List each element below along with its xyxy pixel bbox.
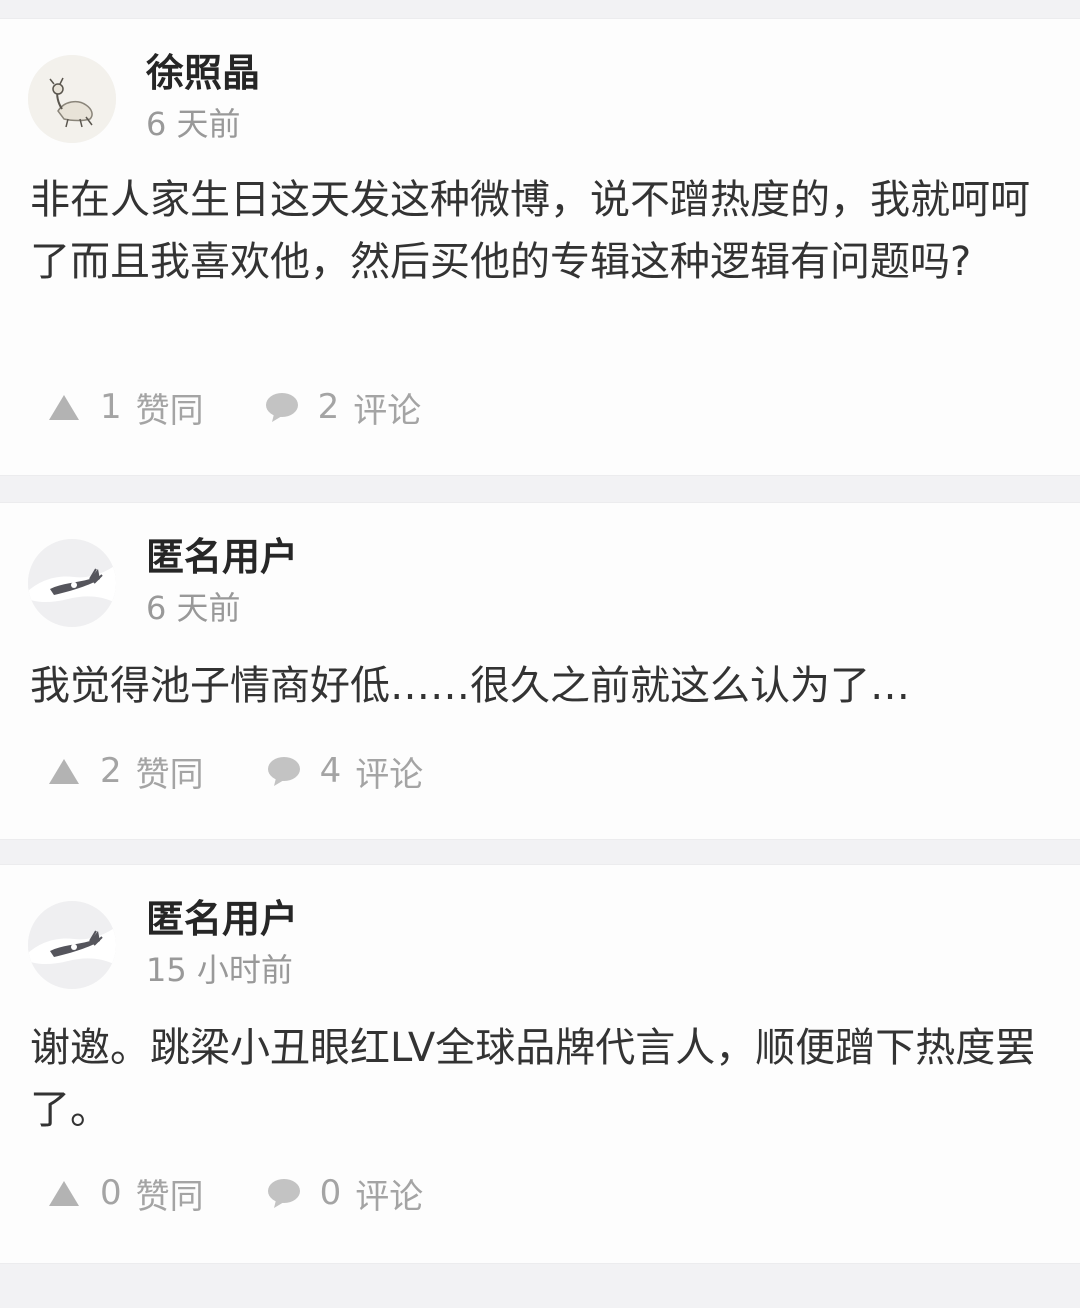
answer-actions: 0 赞同 0 评论	[46, 1169, 424, 1218]
upvote-button[interactable]: 0 赞同	[46, 1169, 204, 1218]
upvote-count: 1	[100, 387, 122, 427]
post-time: 6 天前	[146, 589, 241, 627]
comment-count: 4	[319, 751, 342, 791]
upvote-label: 赞同	[135, 390, 204, 431]
comment-button[interactable]: 0 评论	[266, 1169, 424, 1218]
username[interactable]: 匿名用户	[146, 535, 298, 581]
answer-card: 徐照晶 6 天前 非在人家生日这天发这种微博，说不蹭热度的，我就呵呵了而且我喜欢…	[0, 18, 1080, 476]
answer-text[interactable]: 谢邀。跳梁小丑眼红LV全球品牌代言人，顺便蹭下热度罢了。	[30, 1017, 1036, 1141]
upvote-count: 0	[100, 1173, 122, 1213]
comment-label: 评论	[355, 1176, 424, 1217]
upvote-label: 赞同	[135, 1176, 204, 1217]
upvote-triangle-icon	[49, 395, 79, 420]
user-avatar[interactable]	[28, 539, 116, 627]
speech-bubble-icon	[265, 393, 298, 422]
post-time: 6 天前	[146, 105, 241, 143]
anonymous-mask-avatar	[28, 901, 116, 989]
upvote-count: 2	[100, 751, 122, 791]
post-time: 15 小时前	[146, 951, 293, 989]
comment-label: 评论	[353, 390, 422, 431]
comment-count: 2	[317, 387, 340, 427]
username[interactable]: 匿名用户	[146, 897, 298, 943]
answer-card: 匿名用户 6 天前 我觉得池子情商好低……很久之前就这么认为了… 2 赞同 4 …	[0, 502, 1080, 840]
user-avatar[interactable]	[28, 901, 116, 989]
answer-text[interactable]: 非在人家生日这天发这种微博，说不蹭热度的，我就呵呵了而且我喜欢他，然后买他的专辑…	[30, 169, 1036, 293]
speech-bubble-icon	[267, 1179, 300, 1208]
anonymous-mask-avatar	[28, 539, 116, 627]
upvote-label: 赞同	[135, 754, 204, 795]
answer-feed: 徐照晶 6 天前 非在人家生日这天发这种微博，说不蹭热度的，我就呵呵了而且我喜欢…	[0, 0, 1080, 1308]
comment-label: 评论	[355, 754, 424, 795]
answer-actions: 2 赞同 4 评论	[46, 747, 424, 796]
goat-drawing-avatar	[28, 55, 116, 143]
user-avatar[interactable]	[28, 55, 116, 143]
answer-actions: 1 赞同 2 评论	[46, 383, 422, 432]
upvote-button[interactable]: 1 赞同	[46, 383, 204, 432]
upvote-triangle-icon	[49, 759, 79, 784]
comment-button[interactable]: 2 评论	[264, 383, 422, 432]
comment-count: 0	[319, 1173, 342, 1213]
answer-card: 匿名用户 15 小时前 谢邀。跳梁小丑眼红LV全球品牌代言人，顺便蹭下热度罢了。…	[0, 864, 1080, 1264]
upvote-button[interactable]: 2 赞同	[46, 747, 204, 796]
answer-text[interactable]: 我觉得池子情商好低……很久之前就这么认为了…	[30, 655, 1036, 717]
comment-button[interactable]: 4 评论	[266, 747, 424, 796]
username[interactable]: 徐照晶	[146, 51, 260, 97]
upvote-triangle-icon	[49, 1181, 79, 1206]
speech-bubble-icon	[267, 757, 300, 786]
